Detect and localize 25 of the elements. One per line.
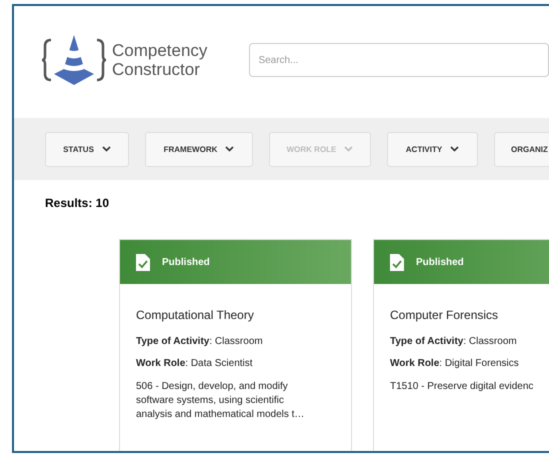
- card-description: T1510 - Preserve digital evidenc: [390, 380, 534, 394]
- card-description: 506 - Design, develop, and modify software systems, using scientific analysis and mathematical models t…: [136, 380, 306, 422]
- work-role: Work Role: Digital Forensics: [390, 358, 520, 369]
- app-name: Constructor: [112, 60, 201, 79]
- activity-type: Type of Activity: Classroom: [136, 336, 264, 347]
- status-label: Published: [416, 256, 464, 268]
- results-count: Results: 10: [44, 195, 110, 210]
- chevron-down-icon: [102, 146, 111, 152]
- work-role: Work Role: Data Scientist: [136, 358, 254, 369]
- document-check-icon: [136, 254, 150, 270]
- cone-logo-icon: [42, 34, 106, 86]
- activity-type: Type of Activity: Classroom: [390, 336, 518, 347]
- filter-dropdown[interactable]: STATUS: [45, 132, 129, 166]
- filter-dropdown[interactable]: FRAMEWORK: [145, 132, 253, 166]
- card-title: Computer Forensics: [390, 308, 500, 322]
- status-label: Published: [162, 256, 210, 268]
- filter-dropdown[interactable]: ACTIVITY: [387, 132, 478, 166]
- card-title: Computational Theory: [136, 308, 255, 322]
- filter-dropdown[interactable]: ORGANIZ: [494, 132, 549, 166]
- chevron-down-icon: [450, 146, 460, 152]
- search-field[interactable]: Search...: [249, 43, 549, 77]
- document-check-icon: [390, 254, 404, 270]
- chevron-down-icon: [225, 146, 234, 152]
- chevron-down-icon: [344, 146, 354, 152]
- app-name: Competency: [112, 41, 208, 60]
